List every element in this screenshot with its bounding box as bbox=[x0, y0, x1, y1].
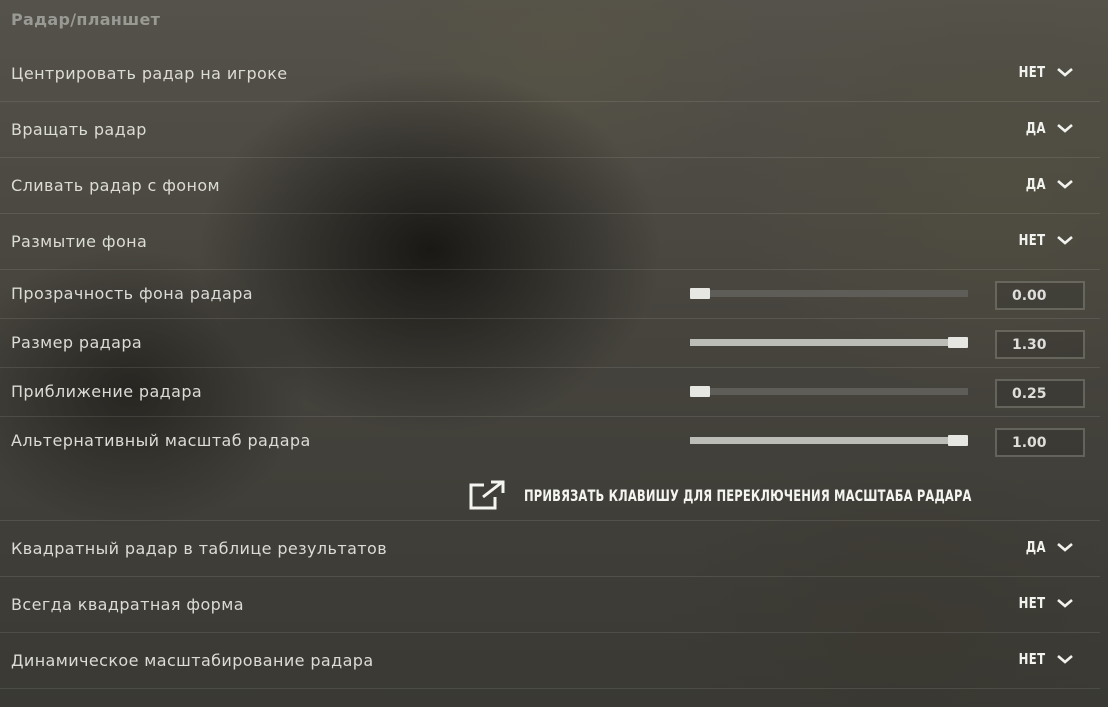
chevron-down-icon bbox=[1056, 122, 1074, 134]
chevron-down-icon bbox=[1056, 653, 1074, 665]
setting-label: Приближение радара bbox=[11, 382, 203, 401]
setting-label: Размытие фона bbox=[11, 232, 148, 251]
setting-label: Всегда квадратная форма bbox=[11, 595, 244, 614]
dropdown-value: ДА bbox=[1025, 538, 1046, 556]
bind-zoom-key-button[interactable]: ПРИВЯЗАТЬ КЛАВИШУ ДЛЯ ПЕРЕКЛЮЧЕНИЯ МАСШТ… bbox=[468, 480, 1072, 510]
setting-row-rotate-radar: Вращать радар ДА bbox=[0, 102, 1100, 158]
setting-label: Альтернативный масштаб радара bbox=[11, 431, 311, 450]
bg-opacity-slider[interactable] bbox=[690, 288, 968, 299]
square-radar-scoreboard-dropdown[interactable]: ДА bbox=[1020, 538, 1074, 556]
bind-key-row: ПРИВЯЗАТЬ КЛАВИШУ ДЛЯ ПЕРЕКЛЮЧЕНИЯ МАСШТ… bbox=[0, 476, 1100, 521]
setting-label: Динамическое масштабирование радара bbox=[11, 651, 374, 670]
background-blur-dropdown[interactable]: НЕТ bbox=[1011, 231, 1074, 249]
alt-scale-slider[interactable] bbox=[690, 435, 968, 446]
slider-handle[interactable] bbox=[948, 337, 968, 348]
slider-handle[interactable] bbox=[948, 435, 968, 446]
bind-key-label: ПРИВЯЗАТЬ КЛАВИШУ ДЛЯ ПЕРЕКЛЮЧЕНИЯ МАСШТ… bbox=[524, 485, 972, 505]
setting-label: Квадратный радар в таблице результатов bbox=[11, 539, 388, 558]
section-title: Радар/планшет bbox=[11, 10, 161, 29]
setting-label: Размер радара bbox=[11, 333, 143, 352]
chevron-down-icon bbox=[1056, 597, 1074, 609]
dynamic-scaling-dropdown[interactable]: НЕТ bbox=[1011, 650, 1074, 668]
radar-size-value-input[interactable]: 1.30 bbox=[995, 330, 1085, 359]
slider-handle[interactable] bbox=[690, 288, 710, 299]
setting-label: Вращать радар bbox=[11, 120, 147, 139]
setting-label: Сливать радар с фоном bbox=[11, 176, 221, 195]
dropdown-value: ДА bbox=[1025, 119, 1046, 137]
dropdown-value: НЕТ bbox=[1019, 650, 1046, 668]
setting-row-alt-scale: Альтернативный масштаб радара 1.00 bbox=[0, 417, 1100, 465]
dropdown-value: НЕТ bbox=[1019, 63, 1046, 81]
setting-row-merge-radar: Сливать радар с фоном ДА bbox=[0, 158, 1100, 214]
radar-zoom-value-input[interactable]: 0.25 bbox=[995, 379, 1085, 408]
merge-radar-dropdown[interactable]: ДА bbox=[1020, 175, 1074, 193]
external-link-icon bbox=[468, 480, 506, 510]
setting-row-radar-size: Размер радара 1.30 bbox=[0, 319, 1100, 368]
always-square-dropdown[interactable]: НЕТ bbox=[1011, 594, 1074, 612]
slider-fill bbox=[690, 339, 958, 346]
setting-row-radar-zoom: Приближение радара 0.25 bbox=[0, 368, 1100, 417]
setting-row-center-radar: Центрировать радар на игроке НЕТ bbox=[0, 46, 1100, 102]
slider-fill bbox=[690, 437, 958, 444]
alt-scale-value-input[interactable]: 1.00 bbox=[995, 428, 1085, 457]
radar-zoom-slider[interactable] bbox=[690, 386, 968, 397]
dropdown-value: ДА bbox=[1025, 175, 1046, 193]
chevron-down-icon bbox=[1056, 541, 1074, 553]
center-radar-dropdown[interactable]: НЕТ bbox=[1011, 63, 1074, 81]
bg-opacity-value-input[interactable]: 0.00 bbox=[995, 281, 1085, 310]
setting-label: Прозрачность фона радара bbox=[11, 284, 253, 303]
setting-label: Центрировать радар на игроке bbox=[11, 64, 288, 83]
dropdown-value: НЕТ bbox=[1019, 231, 1046, 249]
chevron-down-icon bbox=[1056, 234, 1074, 246]
setting-row-square-radar-scoreboard: Квадратный радар в таблице результатов Д… bbox=[0, 521, 1100, 577]
setting-row-dynamic-scaling: Динамическое масштабирование радара НЕТ bbox=[0, 633, 1100, 689]
setting-row-bg-opacity: Прозрачность фона радара 0.00 bbox=[0, 270, 1100, 319]
rotate-radar-dropdown[interactable]: ДА bbox=[1020, 119, 1074, 137]
dropdown-value: НЕТ bbox=[1019, 594, 1046, 612]
radar-size-slider[interactable] bbox=[690, 337, 968, 348]
chevron-down-icon bbox=[1056, 66, 1074, 78]
chevron-down-icon bbox=[1056, 178, 1074, 190]
setting-row-always-square: Всегда квадратная форма НЕТ bbox=[0, 577, 1100, 633]
slider-handle[interactable] bbox=[690, 386, 710, 397]
setting-row-background-blur: Размытие фона НЕТ bbox=[0, 214, 1100, 270]
